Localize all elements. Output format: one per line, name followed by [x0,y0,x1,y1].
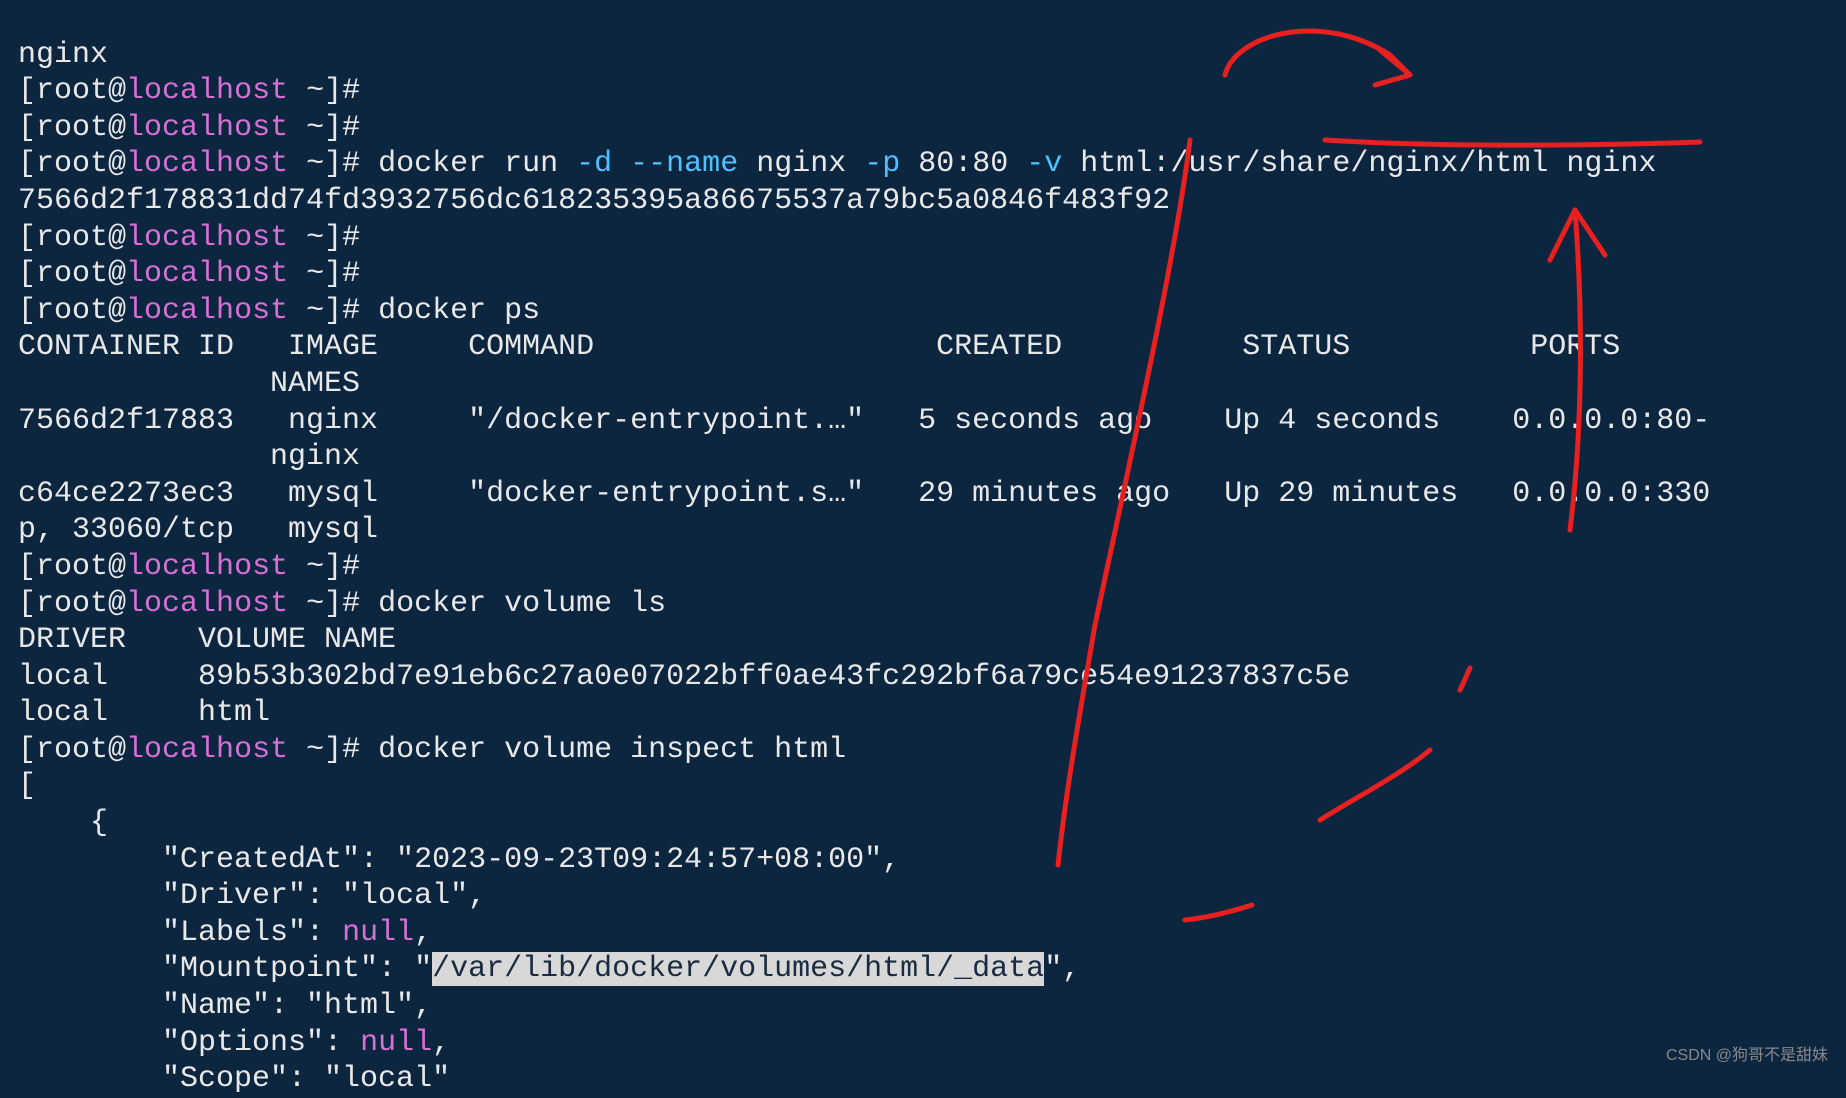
json-open-bracket: [ [18,769,36,803]
watermark: CSDN @狗哥不是甜妹 [1666,1046,1828,1066]
ps-header-names: NAMES [18,367,360,401]
prompt-end: ]# [324,74,360,108]
ps-row-nginx-name: nginx [18,440,360,474]
prompt-user: root [36,74,108,108]
volume-header: DRIVER VOLUME NAME [18,623,396,657]
cmd-volume-ls: docker volume ls [360,587,666,621]
json-driver: "Driver": "local", [18,879,486,913]
json-name: "Name": "html", [18,989,432,1023]
json-null: null [342,916,414,950]
flag-d: -d [576,147,612,181]
json-createdat: "CreatedAt": "2023-09-23T09:24:57+08:00"… [18,843,900,877]
json-mountpoint-highlight: /var/lib/docker/volumes/html/_data [432,952,1044,986]
flag-v: -v [1026,147,1062,181]
ps-row-mysql: c64ce2273ec3 mysql "docker-entrypoint.s…… [18,477,1710,511]
cmd-docker-ps: docker ps [360,294,540,328]
flag-name: --name [612,147,738,181]
line-nginx: nginx [18,38,108,72]
flag-p: -p [864,147,900,181]
prompt-path: ~ [288,74,324,108]
json-mountpoint-key: "Mountpoint": " [18,952,432,986]
json-labels-key: "Labels": [18,916,342,950]
json-open-brace: { [18,806,108,840]
prompt-host: localhost [126,74,288,108]
cmd-docker-run: docker run [360,147,576,181]
ps-row-nginx: 7566d2f17883 nginx "/docker-entrypoint.…… [18,404,1710,438]
ps-row-mysql-name: p, 33060/tcp mysql [18,513,378,547]
arg-name: nginx [738,147,864,181]
volume-row2: local html [18,696,270,730]
cmd-volume-inspect: docker volume inspect html [360,733,846,767]
json-options-key: "Options": [18,1026,360,1060]
terminal-output[interactable]: nginx [root@localhost ~]# [root@localhos… [18,0,1828,1098]
prompt-at: @ [108,74,126,108]
container-hash: 7566d2f178831dd74fd3932756dc618235395a86… [18,184,1170,218]
json-scope: "Scope": "local" [18,1062,450,1096]
arg-v: html:/usr/share/nginx/html nginx [1062,147,1656,181]
ps-header: CONTAINER ID IMAGE COMMAND CREATED STATU… [18,330,1620,364]
prompt-bracket: [ [18,74,36,108]
volume-row1: local 89b53b302bd7e91eb6c27a0e07022bff0a… [18,660,1350,694]
arg-p: 80:80 [900,147,1026,181]
